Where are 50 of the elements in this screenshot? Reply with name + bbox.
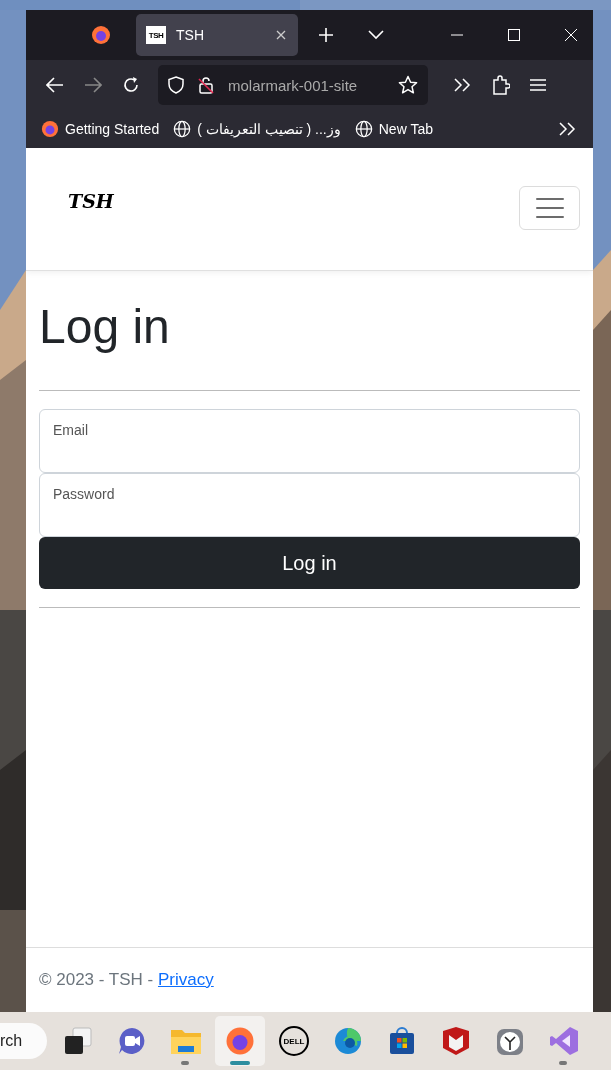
tab-favicon: TSH (146, 26, 166, 44)
globe-icon (354, 120, 373, 138)
search-field[interactable]: rch (0, 1023, 47, 1059)
address-bar[interactable]: molarmark-001-site (158, 65, 428, 105)
video-chat-icon (117, 1026, 147, 1056)
url-text: molarmark-001-site (228, 76, 359, 94)
browser-tab[interactable]: TSH TSH (136, 14, 298, 56)
globe-icon (173, 120, 192, 138)
shield-icon (442, 1026, 470, 1056)
running-indicator (181, 1061, 189, 1065)
lock-icon (198, 76, 214, 94)
page-heading: Log in (39, 299, 171, 354)
taskbar-item[interactable]: DELL (269, 1016, 319, 1066)
chevron-down-icon[interactable] (368, 30, 384, 40)
reload-icon[interactable] (122, 76, 140, 94)
bookmark[interactable]: Getting Started (41, 120, 160, 138)
menu-icon[interactable] (530, 78, 546, 92)
star-icon[interactable] (398, 75, 418, 95)
edge-icon (333, 1026, 363, 1056)
input-field[interactable]: Password (39, 473, 580, 537)
shield-icon (168, 76, 184, 94)
folder-icon (170, 1027, 202, 1055)
clock-icon (495, 1026, 525, 1056)
firefox-icon (225, 1026, 255, 1056)
puzzle-icon[interactable] (492, 75, 510, 95)
bookmark[interactable]: New Tab (354, 120, 433, 138)
forward-icon[interactable] (84, 77, 102, 93)
brand-logo[interactable]: TSH (68, 190, 114, 212)
running-indicator (230, 1061, 250, 1065)
menu-icon (535, 197, 564, 219)
close-icon[interactable] (276, 30, 286, 40)
firefox-icon (41, 120, 59, 138)
visual-studio-icon (549, 1026, 579, 1056)
plus-icon[interactable] (318, 27, 334, 43)
privacy-link[interactable]: Privacy (158, 970, 214, 989)
running-indicator (559, 1061, 567, 1065)
login-button[interactable]: Log in (39, 537, 580, 589)
firefox-icon[interactable] (91, 25, 111, 45)
footer-text: © 2023 - TSH - Privacy (39, 970, 214, 990)
dell-logo: DELL (279, 1026, 309, 1056)
chevrons-icon[interactable] (454, 78, 472, 92)
chevrons-icon[interactable] (559, 122, 577, 136)
back-icon[interactable] (46, 77, 64, 93)
tab-title: TSH (176, 27, 205, 43)
bookmark[interactable]: وز... ( تنصيب التعريفات ) (173, 120, 341, 138)
windows-icon (63, 1026, 93, 1056)
menu-button[interactable] (519, 186, 580, 230)
store-icon (387, 1026, 417, 1056)
maximize-icon[interactable] (508, 29, 520, 41)
input-field[interactable]: Email (39, 409, 580, 473)
